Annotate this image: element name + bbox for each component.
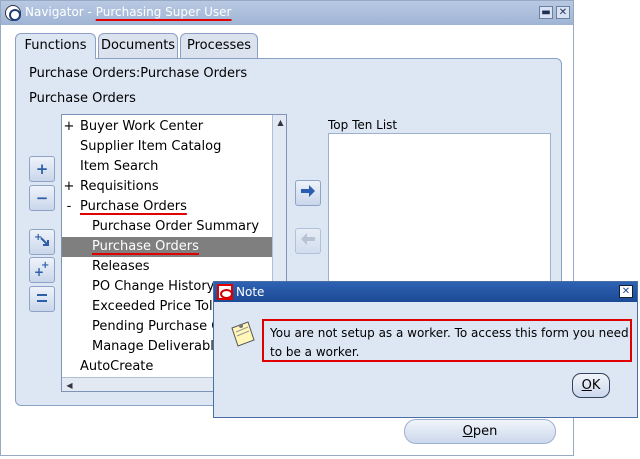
tree-item-label: Purchase Orders	[80, 199, 187, 214]
navigator-titlebar[interactable]: Navigator - Purchasing Super User ▬ ✕	[1, 1, 573, 25]
expand-toggle-icon[interactable]: +	[63, 177, 75, 197]
tree-item-label: Requisitions	[80, 179, 159, 194]
oracle-logo-icon	[5, 5, 21, 21]
breadcrumb: Purchase Orders:Purchase Orders	[29, 66, 248, 81]
tree-item-label: Buyer Work Center	[80, 119, 204, 134]
window-title: Navigator - Purchasing Super User	[25, 5, 232, 19]
expand-icon[interactable]: +	[29, 156, 55, 182]
note-title: Note	[236, 285, 265, 299]
tree-item-label: Supplier Item Catalog	[80, 139, 222, 154]
arrow-right-icon	[301, 185, 315, 197]
tree-item-label: AutoCreate	[80, 359, 154, 374]
tree-item[interactable]: Item Search	[62, 157, 272, 177]
tree-item[interactable]: - Purchase Orders	[62, 197, 272, 217]
tree-item[interactable]: Supplier Item Catalog	[62, 137, 272, 157]
tree-item-label: Item Search	[80, 159, 159, 174]
tab-processes[interactable]: Processes	[180, 33, 258, 58]
open-button-accel: O	[462, 424, 473, 439]
section-title: Purchase Orders	[29, 91, 136, 106]
tab-functions[interactable]: Functions	[15, 33, 96, 59]
remove-from-top-ten-button[interactable]	[295, 228, 321, 254]
expand-branch-icon[interactable]: +	[29, 229, 55, 255]
tab-documents[interactable]: Documents	[98, 33, 178, 58]
tree-item[interactable]: + Buyer Work Center	[62, 117, 272, 137]
tree-item-label: Releases	[92, 259, 150, 274]
notepad-icon	[231, 321, 255, 347]
collapse-icon[interactable]: −	[29, 185, 55, 211]
minimize-icon[interactable]: ▬	[539, 6, 553, 19]
note-titlebar[interactable]: Note ✕	[214, 282, 637, 302]
svg-text:+: +	[34, 232, 42, 243]
scroll-up-icon[interactable]: ▲	[273, 115, 286, 130]
collapse-all-icon[interactable]	[29, 286, 55, 312]
note-dialog: Note ✕ You are not setup as a worker. To…	[213, 281, 638, 418]
open-button-label: pen	[472, 424, 498, 439]
svg-text:+: +	[34, 265, 44, 279]
oracle-icon	[217, 284, 233, 300]
tree-item-label: Manage Deliverables	[92, 339, 229, 354]
arrow-left-icon	[301, 233, 315, 245]
tree-item[interactable]: + Requisitions	[62, 177, 272, 197]
close-icon[interactable]: ✕	[556, 6, 570, 19]
tree-item[interactable]: Purchase Order Summary	[62, 217, 272, 237]
top-ten-list[interactable]	[328, 133, 551, 283]
open-button[interactable]: Open	[404, 419, 556, 444]
window-title-prefix: Navigator -	[25, 5, 96, 19]
ok-button[interactable]: OK	[572, 373, 610, 398]
add-to-top-ten-button[interactable]	[295, 180, 321, 206]
ok-button-label: K	[591, 378, 601, 393]
scroll-left-icon[interactable]: ◀	[62, 378, 77, 391]
ok-button-accel: O	[581, 378, 592, 393]
close-icon[interactable]: ✕	[619, 285, 633, 298]
tree-item-label: Purchase Orders	[92, 239, 199, 254]
expand-toggle-icon[interactable]: +	[63, 117, 75, 137]
tree-item-label: PO Change History	[92, 279, 215, 294]
tree-item-label: Purchase Order Summary	[92, 219, 260, 234]
note-message-box: You are not setup as a worker. To access…	[262, 319, 632, 362]
tree-item[interactable]: Purchase Orders	[62, 237, 272, 257]
expand-all-icon[interactable]: + +	[29, 257, 55, 283]
tree-item[interactable]: Releases	[62, 257, 272, 277]
window-title-user: Purchasing Super User	[95, 5, 232, 19]
top-ten-label: Top Ten List	[328, 118, 398, 132]
note-message: You are not setup as a worker. To access…	[270, 326, 629, 359]
collapse-toggle-icon[interactable]: -	[63, 197, 75, 217]
